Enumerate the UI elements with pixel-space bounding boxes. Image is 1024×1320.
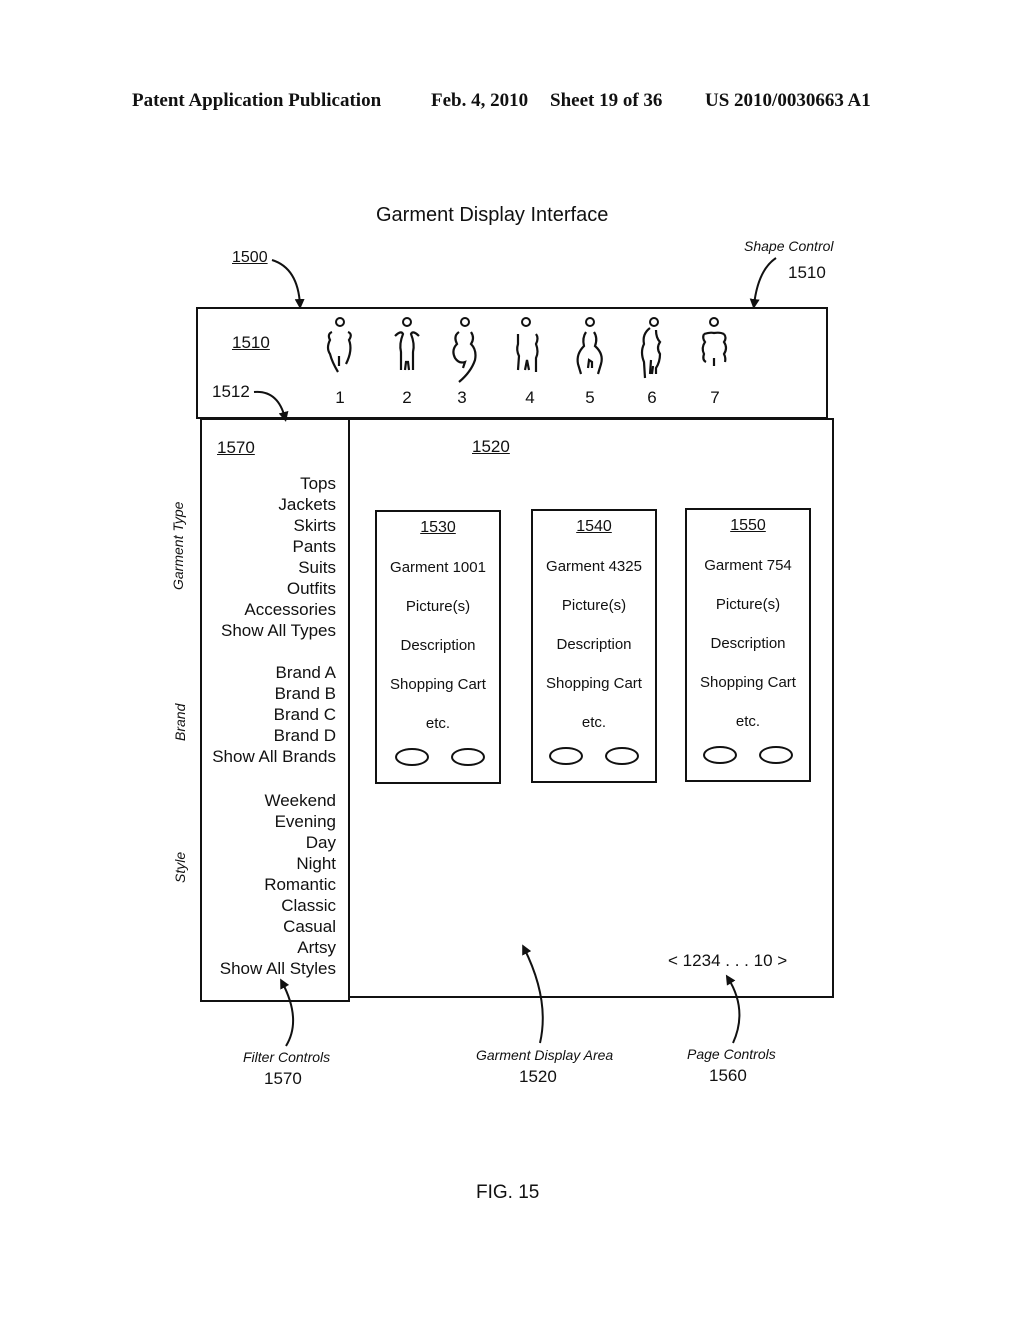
arrow-display-area [522,944,544,1044]
callout-arrows [253,257,777,1047]
arrow-page-controls [725,974,741,1044]
arrow-shape-control [749,257,777,309]
arrow-filter-controls [280,978,295,1047]
arrow-1500 [271,259,305,309]
arrow-1512 [253,390,289,422]
